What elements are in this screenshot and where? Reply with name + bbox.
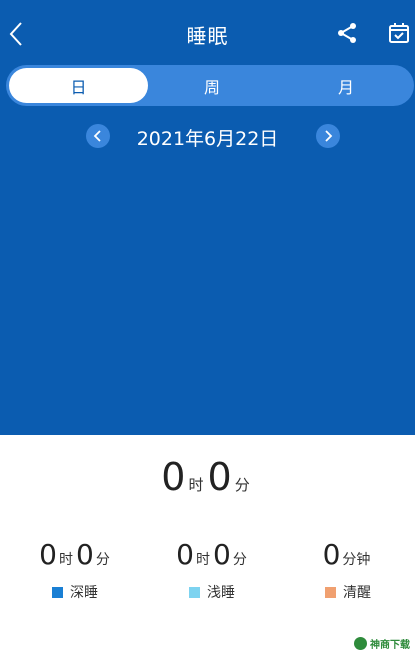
total-sleep-duration: 0时0分 bbox=[0, 455, 415, 499]
awake-minutes-unit: 分钟 bbox=[342, 552, 371, 568]
deep-hours-unit: 时 bbox=[59, 552, 73, 568]
total-minutes: 0 bbox=[207, 455, 232, 499]
back-button[interactable] bbox=[0, 12, 32, 56]
date-navigator: 2021年6月22日 bbox=[0, 118, 415, 154]
hours-unit: 时 bbox=[188, 476, 204, 494]
light-minutes: 0 bbox=[213, 538, 231, 571]
watermark-logo-icon bbox=[354, 637, 367, 650]
legend-light-sleep: 浅睡 bbox=[189, 582, 235, 602]
period-tabs: 日 周 月 bbox=[6, 65, 414, 106]
share-icon bbox=[338, 23, 356, 43]
chevron-left-icon bbox=[93, 130, 101, 142]
light-minutes-unit: 分 bbox=[232, 552, 247, 568]
deep-minutes: 0 bbox=[76, 538, 94, 571]
light-sleep-swatch bbox=[189, 586, 200, 598]
awake-minutes: 0 bbox=[322, 538, 341, 571]
awake-duration: 0 分钟 bbox=[278, 538, 415, 571]
light-hours-unit: 时 bbox=[196, 552, 210, 568]
watermark-text: 神商下载 bbox=[370, 640, 410, 651]
previous-date-button[interactable] bbox=[86, 124, 110, 148]
next-date-button[interactable] bbox=[316, 124, 340, 148]
chevron-left-icon bbox=[9, 22, 22, 46]
deep-minutes-unit: 分 bbox=[95, 552, 110, 568]
legend-awake: 清醒 bbox=[325, 582, 371, 602]
calendar-check-icon bbox=[389, 23, 409, 43]
deep-hours: 0 bbox=[39, 538, 57, 571]
legend-deep-sleep: 深睡 bbox=[52, 582, 98, 602]
awake-label: 清醒 bbox=[343, 585, 371, 601]
light-sleep-label: 浅睡 bbox=[207, 585, 235, 601]
tab-week[interactable]: 周 bbox=[142, 65, 282, 106]
current-date: 2021年6月22日 bbox=[136, 128, 279, 150]
watermark: 神商下载 bbox=[354, 636, 410, 651]
share-button[interactable] bbox=[330, 16, 364, 50]
app-header: 睡眠 bbox=[0, 0, 415, 66]
tab-day[interactable]: 日 bbox=[9, 68, 148, 103]
tab-month[interactable]: 月 bbox=[278, 65, 414, 106]
chevron-right-icon bbox=[325, 130, 333, 142]
minutes-unit: 分 bbox=[234, 476, 250, 494]
total-hours: 0 bbox=[161, 455, 186, 499]
light-sleep-duration: 0时0分 bbox=[143, 538, 283, 571]
header-panel: 睡眠 日 周 月 2021年6月22日 bbox=[0, 0, 415, 435]
light-hours: 0 bbox=[176, 538, 194, 571]
awake-swatch bbox=[325, 586, 336, 598]
deep-sleep-swatch bbox=[52, 586, 63, 598]
calendar-button[interactable] bbox=[382, 16, 415, 50]
deep-sleep-label: 深睡 bbox=[70, 585, 98, 601]
deep-sleep-duration: 0时0分 bbox=[6, 538, 146, 571]
